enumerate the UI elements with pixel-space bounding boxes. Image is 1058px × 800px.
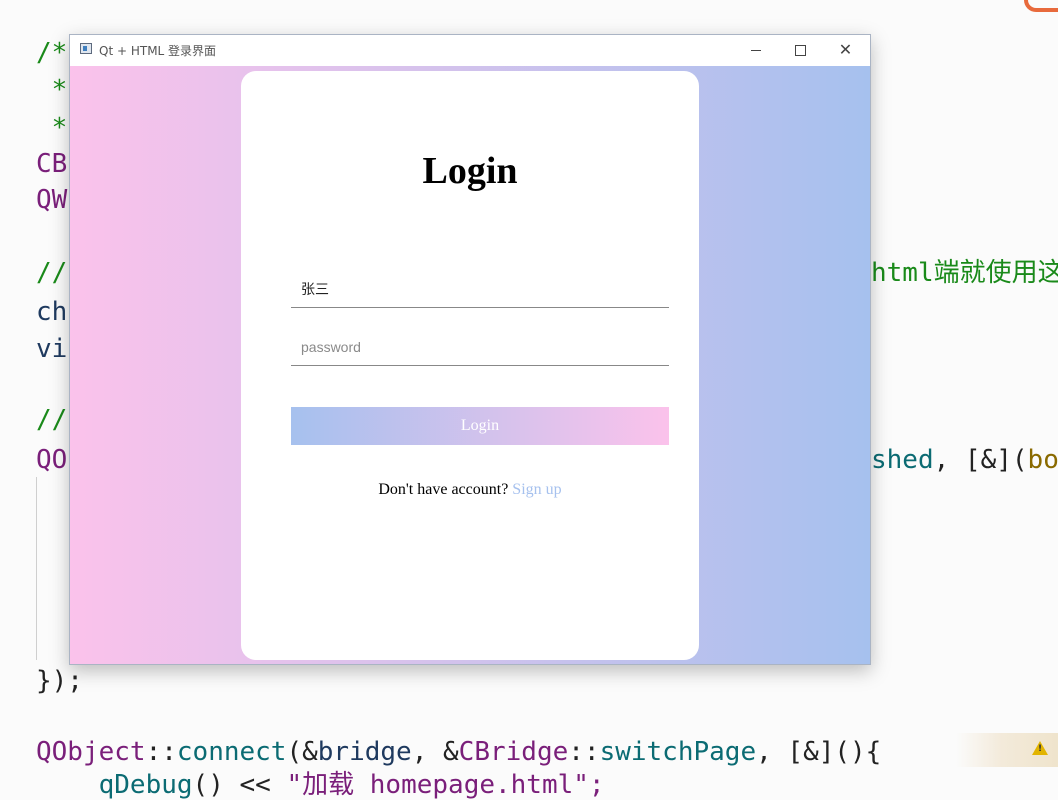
- close-button[interactable]: ✕: [823, 35, 868, 65]
- code-token: , [&](){: [756, 737, 882, 767]
- code-line: qDebug() << "加载 homepage.html";: [36, 770, 605, 800]
- code-token: CBridge: [458, 737, 569, 767]
- code-token: shed: [871, 445, 934, 475]
- window-title: Qt + HTML 登录界面: [99, 44, 217, 58]
- app-icon: [80, 43, 92, 54]
- code-token: , [&](: [933, 445, 1028, 475]
- code-fragment: html端就使用这: [871, 258, 1058, 288]
- minimize-icon: [750, 49, 761, 51]
- code-token: "加载 homepage.html";: [286, 770, 605, 800]
- window-content: Login Login Don't have account? Sign up: [70, 66, 870, 664]
- code-line: QO: [36, 445, 68, 475]
- code-token: switchPage: [599, 737, 757, 767]
- close-icon: ✕: [838, 40, 853, 59]
- signup-prompt: Don't have account? Sign up: [241, 481, 699, 499]
- code-line: vi: [36, 334, 68, 364]
- maximize-button[interactable]: [778, 35, 823, 65]
- code-token: bo: [1027, 445, 1058, 475]
- login-button[interactable]: Login: [291, 407, 669, 445]
- code-line: *: [36, 75, 68, 105]
- code-token: (&: [286, 737, 318, 767]
- warning-icon[interactable]: !: [1032, 741, 1048, 755]
- code-line: /*: [36, 38, 68, 68]
- warning-indicator[interactable]: !: [956, 733, 1058, 767]
- code-token: QObject: [36, 737, 146, 767]
- login-title: Login: [422, 150, 518, 192]
- code-token: ::: [568, 737, 600, 767]
- code-token: , &: [411, 737, 459, 767]
- username-input[interactable]: [291, 270, 669, 308]
- code-line: //: [36, 405, 68, 435]
- code-fragment: shed, [&](bo: [871, 445, 1058, 475]
- password-input[interactable]: [291, 328, 669, 366]
- editor-corner-mark: [1024, 0, 1058, 12]
- code-line: //: [36, 258, 68, 288]
- code-token: () <<: [192, 770, 287, 800]
- code-line: *: [36, 113, 68, 143]
- code-line: QW: [36, 185, 68, 215]
- code-token: connect: [176, 737, 287, 767]
- code-line: QObject::connect(&bridge, &CBridge::swit…: [36, 737, 881, 767]
- code-line: ch: [36, 297, 68, 327]
- qt-login-window: Qt + HTML 登录界面 ✕ Login Login Don't have …: [69, 34, 871, 665]
- maximize-icon: [795, 44, 806, 56]
- code-token: qDebug: [98, 770, 193, 800]
- code-token: bridge: [317, 737, 412, 767]
- fold-guide: [36, 477, 37, 660]
- code-line: });: [36, 666, 83, 696]
- signup-link[interactable]: Sign up: [512, 481, 561, 498]
- no-account-text: Don't have account?: [378, 481, 513, 498]
- code-token: ::: [145, 737, 177, 767]
- code-line: CB: [36, 149, 68, 179]
- minimize-button[interactable]: [733, 35, 778, 65]
- window-titlebar[interactable]: Qt + HTML 登录界面 ✕: [70, 35, 870, 65]
- login-card: Login Login Don't have account? Sign up: [241, 71, 699, 660]
